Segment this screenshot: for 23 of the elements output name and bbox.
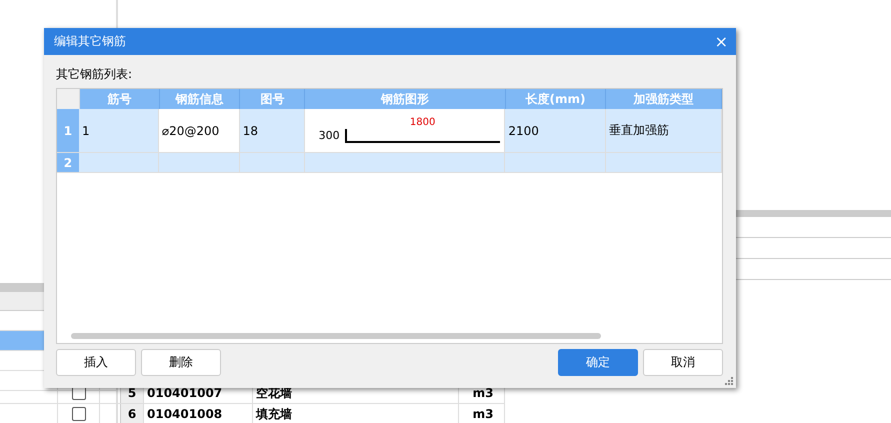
table-cell: 2100 xyxy=(508,124,539,138)
action-button[interactable]: 删除 xyxy=(141,349,221,376)
row-number: 1 xyxy=(57,109,79,152)
window-title: 编辑其它钢筋 xyxy=(54,33,126,50)
dimension-label: 1800 xyxy=(410,117,436,128)
table-cell: m3 xyxy=(458,404,505,423)
row-number: 2 xyxy=(57,153,79,172)
close-button[interactable]: × xyxy=(714,34,728,50)
row-number: 6 xyxy=(120,404,143,423)
confirm-button[interactable]: 确定 xyxy=(558,349,638,376)
table-cell: 010401008 xyxy=(143,404,252,423)
list-label: 其它钢筋列表: xyxy=(56,66,134,82)
cancel-button[interactable]: 取消 xyxy=(643,349,723,376)
table-cell: 1 xyxy=(82,124,90,138)
action-button[interactable]: 插入 xyxy=(56,349,136,376)
table-cell: 18 xyxy=(242,124,258,138)
scrollbar-thumb[interactable] xyxy=(71,333,601,339)
table-cell: 填充墙 xyxy=(252,404,458,423)
checkbox[interactable] xyxy=(72,407,86,421)
dimension-label: 300 xyxy=(318,129,340,142)
resize-grip-icon[interactable] xyxy=(725,377,733,385)
table-cell: 垂直加强筋 xyxy=(609,122,670,139)
table-cell: ⌀20@200 xyxy=(162,124,220,138)
